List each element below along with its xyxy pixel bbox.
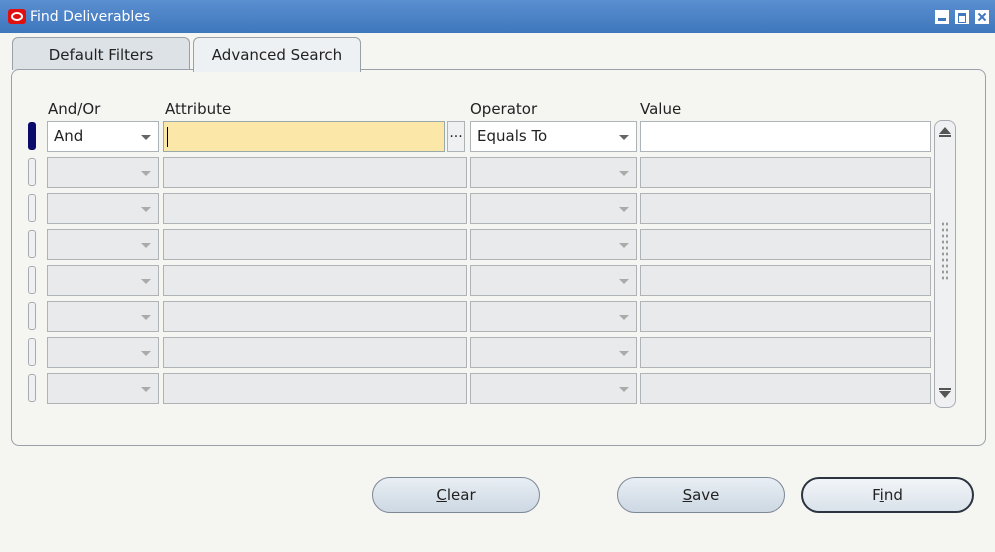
chevron-down-icon[interactable] [141,135,151,140]
value-field[interactable] [640,337,931,368]
value-field[interactable] [640,193,931,224]
scroll-down-icon[interactable] [939,388,951,398]
and-or-value: And [54,127,84,145]
oracle-app-icon [8,9,26,24]
attribute-field[interactable] [163,157,467,188]
operator-dropdown[interactable]: Equals To [470,121,637,152]
attribute-field[interactable] [163,121,445,152]
operator-dropdown[interactable] [470,301,637,332]
scroll-grip[interactable] [941,221,949,281]
and-or-dropdown[interactable] [47,265,159,296]
lov-button[interactable]: ... [447,121,465,152]
operator-dropdown[interactable] [470,193,637,224]
maximize-icon[interactable] [955,10,969,24]
vertical-scrollbar[interactable] [934,120,956,408]
attribute-field[interactable] [163,301,467,332]
header-value: Value [640,100,682,118]
and-or-dropdown[interactable]: And [47,121,159,152]
header-attribute: Attribute [165,100,232,118]
chevron-down-icon[interactable] [141,351,151,356]
value-field[interactable] [640,265,931,296]
value-field[interactable] [640,121,931,152]
chevron-down-icon[interactable] [619,207,629,212]
attribute-field[interactable] [163,193,467,224]
header-and-or: And/Or [48,100,101,118]
tab-default-filters[interactable]: Default Filters [12,37,190,70]
chevron-down-icon[interactable] [141,171,151,176]
operator-dropdown[interactable] [470,157,637,188]
value-field[interactable] [640,373,931,404]
chevron-down-icon[interactable] [619,243,629,248]
record-indicator[interactable] [28,158,36,186]
value-field[interactable] [640,157,931,188]
header-operator: Operator [470,100,538,118]
record-indicator[interactable] [28,302,36,330]
attribute-field[interactable] [163,373,467,404]
record-indicator[interactable] [28,122,36,150]
and-or-dropdown[interactable] [47,229,159,260]
minimize-icon[interactable] [935,10,949,24]
chevron-down-icon[interactable] [619,387,629,392]
record-indicator[interactable] [28,266,36,294]
record-indicator[interactable] [28,338,36,366]
operator-dropdown[interactable] [470,373,637,404]
chevron-down-icon[interactable] [619,351,629,356]
chevron-down-icon[interactable] [141,315,151,320]
record-indicator[interactable] [28,374,36,402]
attribute-field[interactable] [163,265,467,296]
tab-advanced-search[interactable]: Advanced Search [193,37,361,72]
chevron-down-icon[interactable] [141,387,151,392]
record-indicator[interactable] [28,230,36,258]
scroll-up-icon[interactable] [939,127,951,137]
and-or-dropdown[interactable] [47,193,159,224]
clear-button[interactable]: Clear [372,477,540,513]
and-or-dropdown[interactable] [47,157,159,188]
attribute-field[interactable] [163,337,467,368]
value-field[interactable] [640,301,931,332]
and-or-dropdown[interactable] [47,301,159,332]
and-or-dropdown[interactable] [47,337,159,368]
window-title: Find Deliverables [30,9,151,25]
text-cursor [167,127,168,147]
record-indicator[interactable] [28,194,36,222]
attribute-field[interactable] [163,229,467,260]
operator-dropdown[interactable] [470,229,637,260]
chevron-down-icon[interactable] [619,315,629,320]
chevron-down-icon[interactable] [619,279,629,284]
save-button[interactable]: Save [617,477,785,513]
chevron-down-icon[interactable] [619,171,629,176]
chevron-down-icon[interactable] [141,207,151,212]
operator-value: Equals To [477,127,548,145]
operator-dropdown[interactable] [470,337,637,368]
chevron-down-icon[interactable] [141,279,151,284]
chevron-down-icon[interactable] [141,243,151,248]
find-button[interactable]: Find [801,477,974,513]
chevron-down-icon[interactable] [619,135,629,140]
value-field[interactable] [640,229,931,260]
close-icon[interactable] [975,10,989,24]
and-or-dropdown[interactable] [47,373,159,404]
window-titlebar: Find Deliverables [0,0,995,33]
operator-dropdown[interactable] [470,265,637,296]
